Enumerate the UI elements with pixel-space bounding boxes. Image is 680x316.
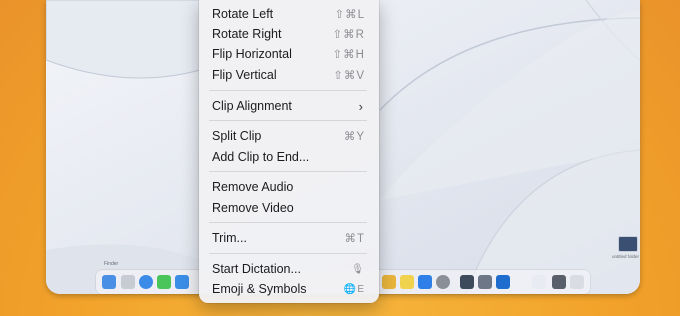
menu-item-label: Flip Horizontal <box>212 47 292 61</box>
menu-item-split-clip[interactable]: Split Clip ⌘Y <box>199 126 379 146</box>
menu-item-label: Rotate Left <box>212 7 274 21</box>
menu-item-emoji-symbols[interactable]: Emoji & Symbols 🌐E <box>199 279 379 299</box>
preview-icon[interactable] <box>478 275 492 289</box>
menu-item-remove-audio[interactable]: Remove Audio <box>199 177 379 197</box>
shortcut-text: ⇧⌘R <box>332 29 365 41</box>
menu-separator <box>209 171 367 172</box>
menu-item-rotate-left[interactable]: Rotate Left ⇧⌘L <box>199 4 379 24</box>
menu-item-label: Start Dictation... <box>212 262 301 276</box>
finder-icon[interactable] <box>102 275 116 289</box>
desktop-icon-label: untitled folder <box>612 254 640 259</box>
menu-item-label: Rotate Right <box>212 27 282 41</box>
menu-item-start-dictation[interactable]: Start Dictation... 🎙 <box>199 259 379 279</box>
menu-item-label: Flip Vertical <box>212 68 277 82</box>
menu-item-clip-alignment[interactable]: Clip Alignment › <box>199 96 379 116</box>
chevron-right-icon: › <box>358 98 363 114</box>
context-menu: Rotate Left ⇧⌘L Rotate Right ⇧⌘R Flip Ho… <box>199 0 379 303</box>
menu-item-remove-video[interactable]: Remove Video <box>199 198 379 218</box>
shortcut-text: ⌘T <box>344 233 365 245</box>
menu-item-trim[interactable]: Trim... ⌘T <box>199 228 379 248</box>
launchpad-icon[interactable] <box>121 275 135 289</box>
charts-icon[interactable] <box>382 275 396 289</box>
menu-separator <box>209 90 367 91</box>
menu-item-label: Remove Audio <box>212 180 294 194</box>
shortcut-text: ⇧⌘L <box>334 9 365 21</box>
menu-item-label: Remove Video <box>212 201 294 215</box>
menu-item-label: Emoji & Symbols <box>212 282 307 296</box>
phone-icon[interactable] <box>552 275 566 289</box>
settings-icon[interactable] <box>436 275 450 289</box>
menu-item-label: Split Clip <box>212 129 262 143</box>
menu-item-label: Add Clip to End... <box>212 150 310 164</box>
dock-tooltip: Finder <box>104 261 119 267</box>
menu-separator <box>209 120 367 121</box>
menu-item-flip-horizontal[interactable]: Flip Horizontal ⇧⌘H <box>199 44 379 64</box>
document-icon[interactable] <box>532 275 546 289</box>
shortcut-text: ⌘Y <box>343 131 365 143</box>
menu-item-label: Clip Alignment <box>212 99 292 113</box>
microphone-icon: 🎙 <box>351 263 365 275</box>
menu-item-label: Trim... <box>212 231 247 245</box>
safari-icon[interactable] <box>139 275 153 289</box>
mail-icon[interactable] <box>175 275 189 289</box>
shortcut-text: ⇧⌘V <box>333 70 365 82</box>
appstore-icon[interactable] <box>418 275 432 289</box>
menu-separator <box>209 222 367 223</box>
messages-icon[interactable] <box>157 275 171 289</box>
menu-item-flip-vertical[interactable]: Flip Vertical ⇧⌘V <box>199 65 379 85</box>
globe-icon: 🌐E <box>343 283 365 295</box>
notes-icon[interactable] <box>400 275 414 289</box>
folder-icon[interactable] <box>618 236 638 252</box>
quicktime-icon[interactable] <box>460 275 474 289</box>
xcode-icon[interactable] <box>496 275 510 289</box>
menu-item-add-clip-to-end[interactable]: Add Clip to End... <box>199 147 379 167</box>
menu-item-rotate-right[interactable]: Rotate Right ⇧⌘R <box>199 24 379 44</box>
trash-icon[interactable] <box>570 275 584 289</box>
menu-separator <box>209 253 367 254</box>
shortcut-text: ⇧⌘H <box>332 49 365 61</box>
